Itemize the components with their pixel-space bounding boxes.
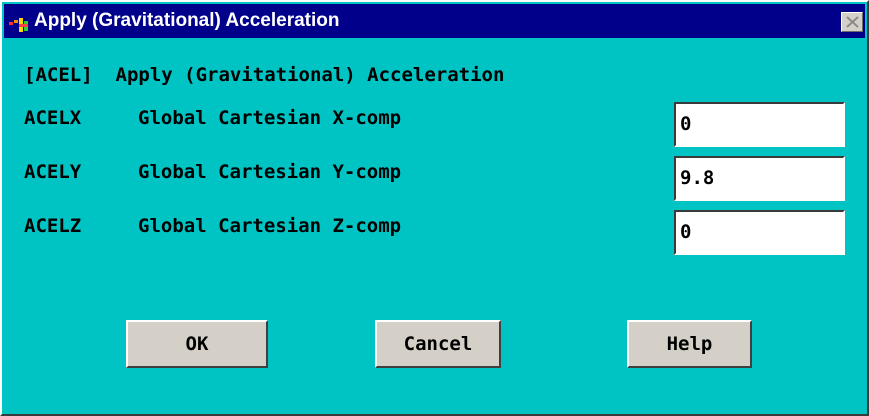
acelz-description-label: Global Cartesian Z-comp <box>138 215 402 237</box>
title-bar[interactable]: Apply (Gravitational) Acceleration <box>4 4 865 38</box>
dialog-heading: [ACEL] Apply (Gravitational) Acceleratio… <box>24 64 505 86</box>
acelx-code-label: ACELX <box>24 107 82 129</box>
ok-button[interactable]: OK <box>126 320 268 368</box>
acel-dialog-window: Apply (Gravitational) Acceleration [ACEL… <box>0 0 869 416</box>
acelz-code-label: ACELZ <box>24 215 82 237</box>
acelz-input[interactable]: 0 <box>674 210 845 255</box>
acelx-input[interactable]: 0 <box>674 102 845 147</box>
acely-input[interactable]: 9.8 <box>674 156 845 201</box>
cancel-button[interactable]: Cancel <box>375 320 501 368</box>
close-button[interactable] <box>841 12 863 32</box>
help-button[interactable]: Help <box>627 320 752 368</box>
close-icon <box>846 16 859 28</box>
window-title: Apply (Gravitational) Acceleration <box>34 10 340 31</box>
acely-code-label: ACELY <box>24 161 82 183</box>
ansys-app-icon <box>9 12 31 32</box>
acely-description-label: Global Cartesian Y-comp <box>138 161 402 183</box>
acelx-description-label: Global Cartesian X-comp <box>138 107 402 129</box>
